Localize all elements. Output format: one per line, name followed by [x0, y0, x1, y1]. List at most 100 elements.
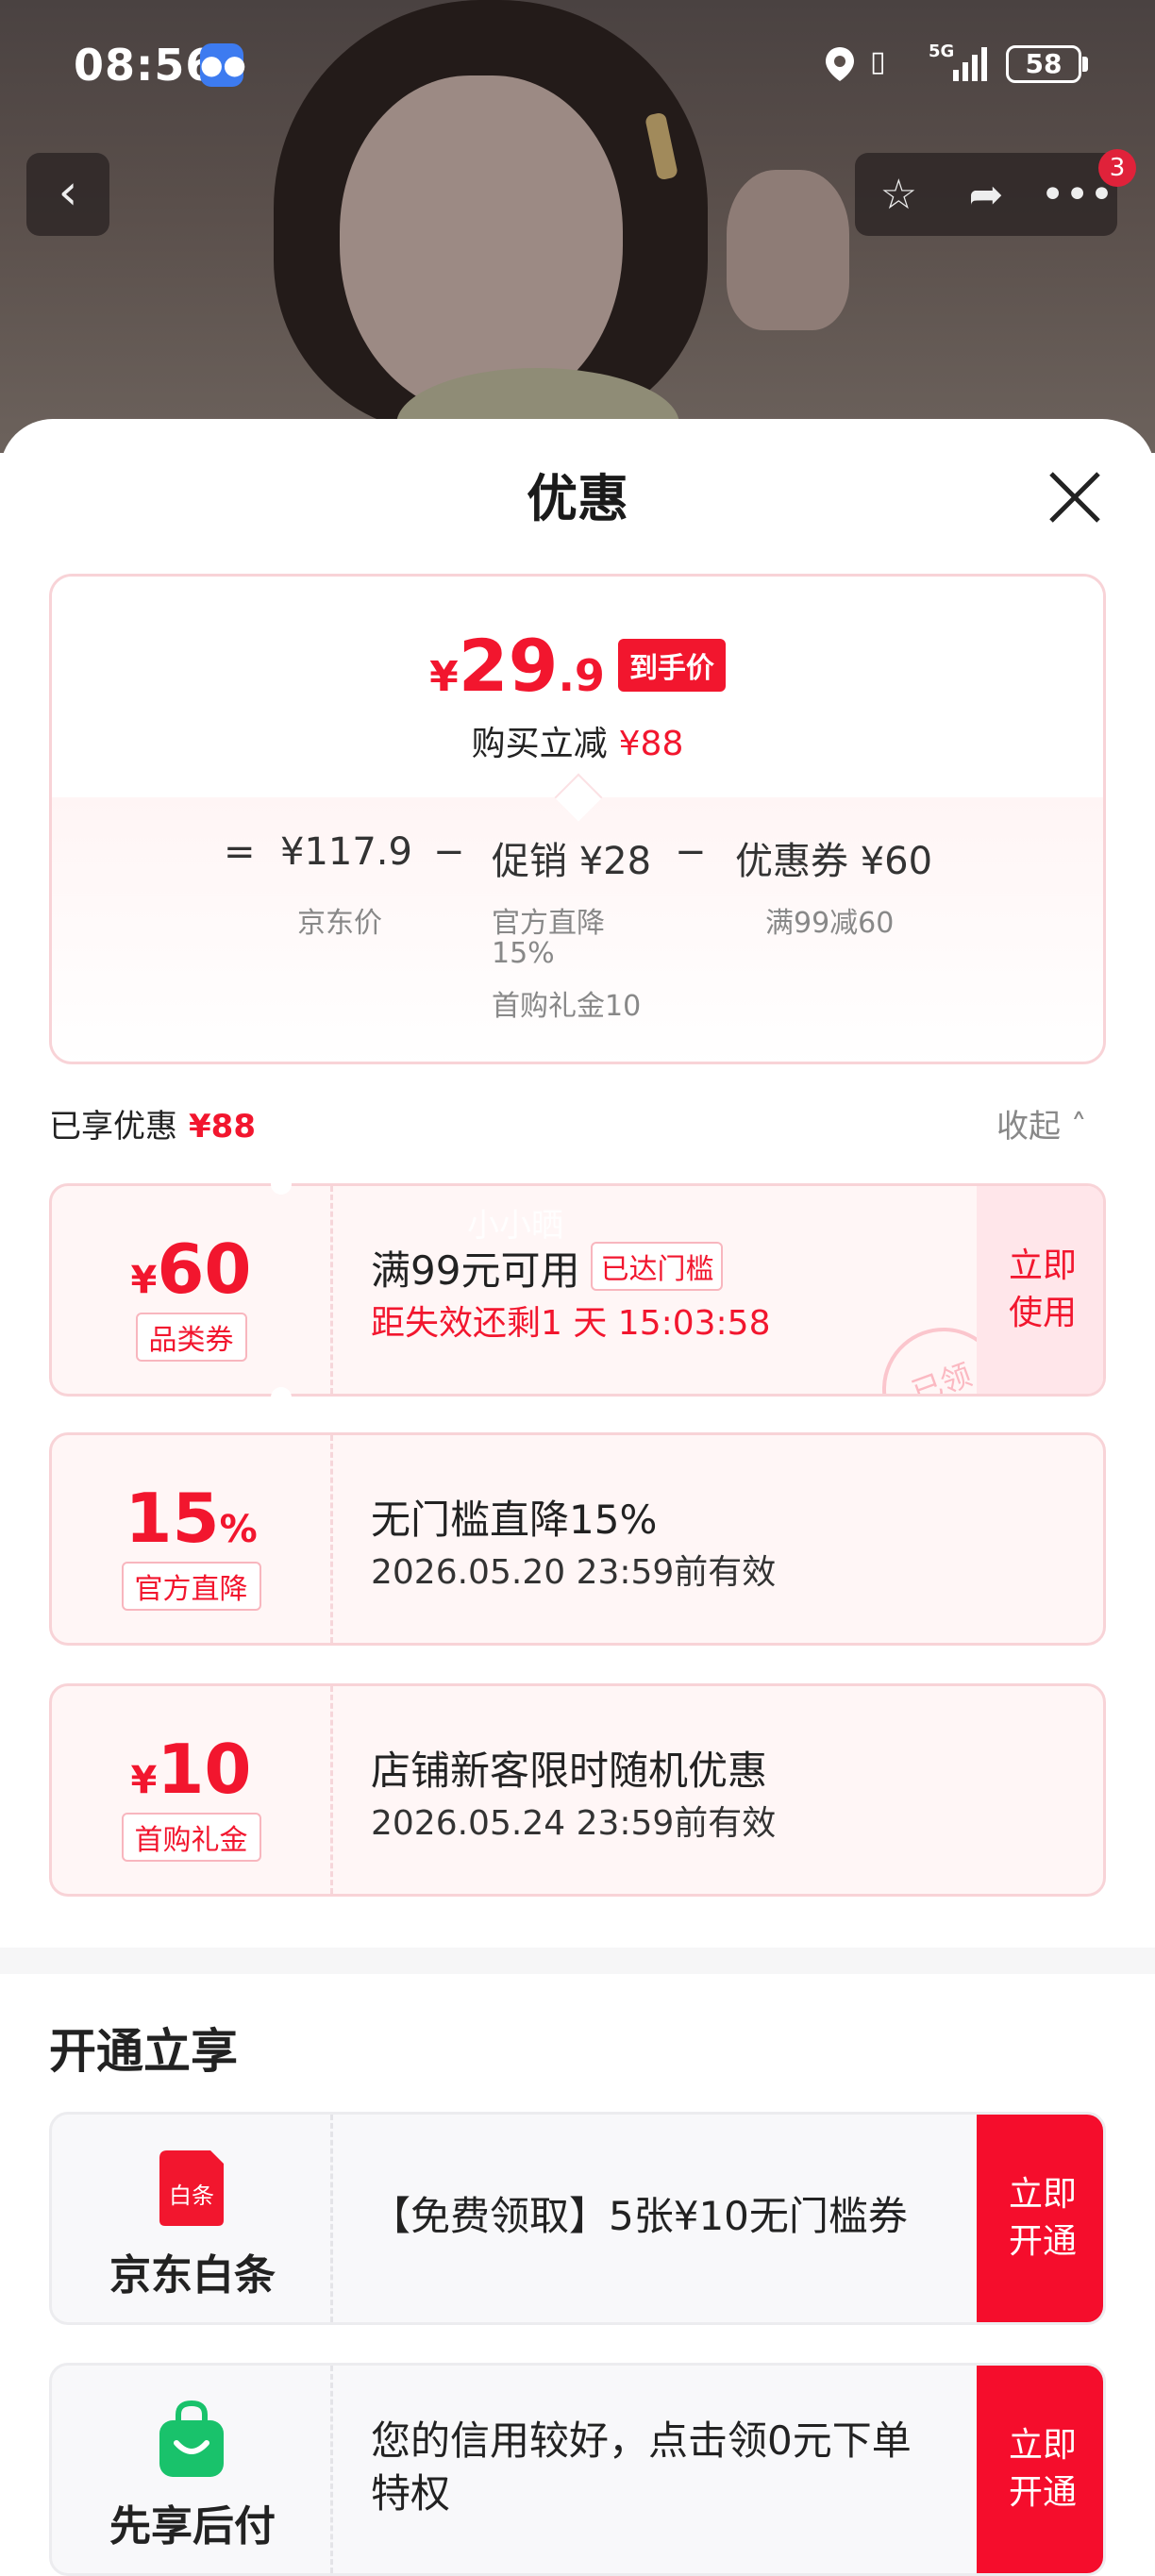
- vibrate-icon: ▯: [870, 45, 886, 78]
- promo-detail: 首购礼金10: [492, 990, 642, 1023]
- battery-icon: 58: [1006, 45, 1081, 83]
- coupon-title-text: 满99元可用: [371, 1247, 580, 1294]
- reduce-amount: ¥88: [618, 725, 684, 763]
- coupon-title: 无门槛直降15%: [371, 1497, 658, 1543]
- equals-sign: =: [224, 830, 256, 874]
- back-button[interactable]: ‹: [26, 153, 109, 236]
- service-description-line2: 特权: [371, 2470, 451, 2517]
- coupon-number: 60: [157, 1229, 252, 1309]
- final-price-integer: 29: [458, 624, 559, 708]
- coupon-symbol: ¥: [130, 1759, 158, 1802]
- promo-amount: 促销 ¥28: [492, 840, 652, 883]
- close-icon[interactable]: [1046, 468, 1104, 527]
- discount-sheet: 优惠 ¥29.9 到手价 购买立减 ¥88 = ¥117.9 京东价 − 促销 ¥2…: [0, 419, 1155, 2576]
- coupon-notch: [271, 1174, 292, 1195]
- coupon-value: ¥10: [52, 1730, 330, 1809]
- enjoyed-discount-header: 已享优惠 ¥88: [49, 1100, 256, 1146]
- battery-cap: [1082, 57, 1088, 72]
- message-app-icon: ●●: [200, 43, 246, 87]
- service-name: 京东白条: [109, 2251, 276, 2300]
- promo-detail: 15%: [492, 937, 555, 970]
- top-action-group: ☆ ➦ •••: [855, 153, 1117, 236]
- hero-hand: [727, 170, 849, 330]
- signal-icon: [953, 43, 987, 81]
- minus-sign: −: [675, 830, 707, 874]
- use-now-line2: 使用: [1008, 1294, 1077, 1332]
- jd-price: ¥117.9: [280, 830, 412, 874]
- activate-line1: 立即: [1008, 2175, 1077, 2214]
- promo-detail: 官方直降: [492, 907, 605, 940]
- coupon-amount-area: 15% 官方直降: [52, 1435, 333, 1643]
- coupon-number: 15: [125, 1479, 220, 1558]
- coupon-detail: 满99减60: [765, 907, 895, 940]
- coupon-validity: 2026.05.24 23:59前有效: [371, 1804, 777, 1843]
- minus-sign: −: [433, 830, 465, 874]
- use-now-button[interactable]: 立即 使用: [977, 1186, 1103, 1394]
- price-breakdown-card: ¥29.9 到手价 购买立减 ¥88 = ¥117.9 京东价 − 促销 ¥28 官…: [49, 574, 1106, 1064]
- coupon-type-tag: 官方直降: [121, 1562, 261, 1611]
- currency-symbol: ¥: [429, 653, 459, 701]
- coupon-value: 15%: [52, 1479, 330, 1558]
- service-card-paylater: 先享后付 您的信用较好，点击领0元下单 特权 立即开通: [49, 2363, 1106, 2576]
- svg-text:白条: 白条: [169, 2183, 214, 2209]
- service-description: 【免费领取】5张¥10无门槛券: [371, 2193, 908, 2239]
- service-name: 先享后付: [109, 2502, 276, 2551]
- favorite-star-icon[interactable]: ☆: [865, 171, 931, 219]
- coupon-symbol: ¥: [130, 1259, 158, 1302]
- section-divider: [0, 1948, 1155, 1974]
- use-now-line1: 立即: [1008, 1246, 1077, 1285]
- activate-button[interactable]: 立即 开通: [977, 2366, 1103, 2573]
- coupon-value: ¥60: [52, 1229, 330, 1309]
- coupon-type-tag: 首购礼金: [121, 1813, 261, 1862]
- enjoyed-amount: ¥88: [189, 1108, 256, 1146]
- more-icon[interactable]: •••: [1041, 171, 1114, 219]
- share-icon[interactable]: ➦: [953, 171, 1019, 219]
- coupon-card: 15% 官方直降 无门槛直降15% 2026.05.20 23:59前有效: [49, 1432, 1106, 1646]
- coupon-title: 店铺新客限时随机优惠: [371, 1748, 768, 1794]
- coupon-countdown: 距失效还剩1 天 15:03:58: [371, 1304, 771, 1343]
- coupon-number: 10: [157, 1730, 252, 1809]
- reduce-line: 购买立减 ¥88: [52, 716, 1103, 765]
- coupon-type-tag: 品类券: [135, 1313, 247, 1362]
- service-description-line1: 您的信用较好，点击领0元下单: [371, 2417, 912, 2464]
- service-description: 您的信用较好，点击领0元下单 特权: [371, 2415, 975, 2520]
- service-logo-area: 白条 京东白条: [52, 2115, 333, 2322]
- activate-line2: 开通: [1008, 2222, 1077, 2261]
- activate-button[interactable]: 立即 开通: [977, 2115, 1103, 2322]
- coupon-card: ¥10 首购礼金 店铺新客限时随机优惠 2026.05.24 23:59前有效: [49, 1683, 1106, 1897]
- coupon-notch: [271, 1387, 292, 1408]
- collapse-toggle[interactable]: 收起 ˄: [996, 1100, 1087, 1146]
- final-price: ¥29.9 到手价: [52, 624, 1103, 708]
- service-card-baitiao: 白条 京东白条 【免费领取】5张¥10无门槛券 立即开通: [49, 2112, 1106, 2325]
- enjoyed-label: 已享优惠: [49, 1108, 177, 1146]
- coupon-card: ¥60 品类券 小小晒 满99元可用 已达门槛 距失效还剩1 天 15:03:58…: [49, 1183, 1106, 1397]
- reduce-label: 购买立减: [471, 725, 608, 763]
- status-time: 08:56: [74, 40, 217, 91]
- activate-line2: 开通: [1008, 2473, 1077, 2512]
- baitiao-logo-icon: 白条: [159, 2150, 224, 2226]
- coupon-validity: 2026.05.20 23:59前有效: [371, 1553, 777, 1592]
- collapse-label: 收起: [996, 1108, 1061, 1146]
- sheet-title: 优惠: [527, 469, 628, 528]
- shopping-bag-icon: [159, 2400, 224, 2477]
- percent-sign: %: [219, 1508, 258, 1551]
- final-price-decimal: .9: [558, 650, 605, 701]
- coupon-amount-area: ¥60 品类券: [52, 1186, 333, 1394]
- service-logo-area: 先享后付: [52, 2366, 333, 2573]
- open-section-title: 开通立享: [49, 2024, 238, 2079]
- coupon-amount-area: ¥10 首购礼金: [52, 1686, 333, 1894]
- notification-badge: 3: [1098, 149, 1136, 187]
- jd-price-label: 京东价: [297, 907, 382, 940]
- location-icon: [826, 47, 854, 81]
- final-price-area: ¥29.9 到手价 购买立减 ¥88: [52, 577, 1103, 797]
- status-bar: 08:56 ●● ▯ 5G 58: [0, 28, 1155, 104]
- coupon-title: 满99元可用 已达门槛: [371, 1239, 724, 1296]
- threshold-badge: 已达门槛: [591, 1242, 724, 1291]
- chevron-up-icon: ˄: [1061, 1108, 1087, 1146]
- coupon-amount: 优惠券 ¥60: [735, 840, 933, 883]
- price-formula: = ¥117.9 京东价 − 促销 ¥28 官方直降 15% 首购礼金10 − …: [52, 797, 1103, 1062]
- hero-face: [340, 75, 623, 415]
- network-type: 5G: [929, 42, 955, 61]
- activate-line1: 立即: [1008, 2426, 1077, 2465]
- final-price-tag: 到手价: [617, 639, 726, 692]
